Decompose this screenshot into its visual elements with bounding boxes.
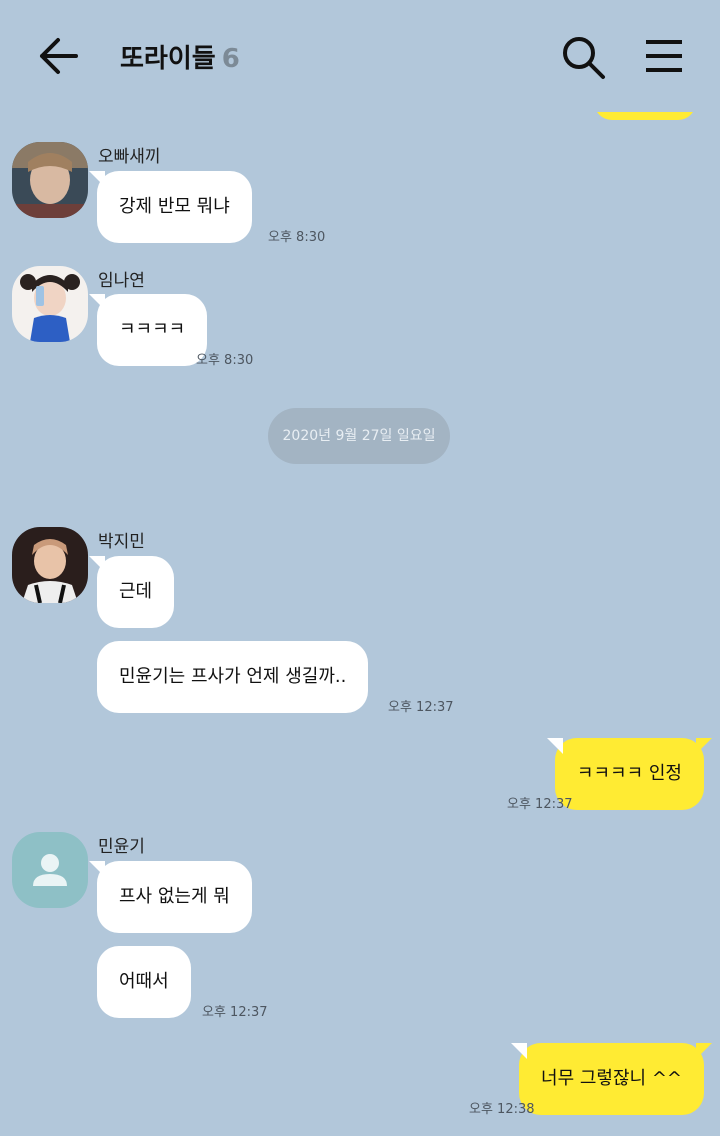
avatar[interactable]: [12, 266, 88, 342]
my-message-bubble[interactable]: ㅋㅋㅋㅋ 인정: [546, 738, 713, 810]
chat-room-title: 또라이들 6: [120, 38, 240, 75]
back-arrow-icon[interactable]: [36, 36, 80, 76]
sender-name: 임나연: [98, 271, 145, 291]
message-time: 오후 12:37: [202, 1005, 268, 1020]
profile-photo-icon: [12, 142, 88, 218]
avatar[interactable]: [12, 832, 88, 908]
chat-header: 또라이들 6: [0, 0, 720, 112]
message-time: 오후 12:37: [388, 700, 454, 715]
avatar[interactable]: [12, 142, 88, 218]
message-bubble[interactable]: 근데: [88, 556, 175, 628]
profile-photo-icon: [12, 527, 88, 603]
message-bubble[interactable]: ㅋㅋㅋㅋ: [88, 294, 208, 366]
message-time: 오후 12:37: [507, 797, 573, 812]
message-bubble[interactable]: 어때서: [97, 946, 191, 1018]
message-time: 오후 8:30: [268, 230, 326, 245]
date-separator: 2020년 9월 27일 일요일: [268, 408, 450, 464]
profile-photo-icon: [12, 266, 88, 342]
default-profile-icon: [33, 854, 67, 886]
message-time: 오후 8:30: [196, 353, 254, 368]
message-bubble[interactable]: 강제 반모 뭐냐: [89, 171, 252, 243]
chat-room-name: 또라이들: [120, 44, 216, 74]
menu-icon[interactable]: [644, 38, 684, 74]
search-icon[interactable]: [560, 34, 606, 80]
sender-name: 민윤기: [98, 837, 145, 857]
avatar[interactable]: [12, 527, 88, 603]
my-message-bubble[interactable]: 너무 그렇잖니 ^^: [511, 1043, 712, 1115]
sender-name: 박지민: [98, 532, 145, 552]
member-count: 6: [221, 44, 240, 74]
message-time: 오후 12:38: [469, 1102, 535, 1117]
message-bubble[interactable]: 민윤기는 프사가 언제 생길까..: [97, 641, 369, 713]
message-bubble[interactable]: 프사 없는게 뭐: [89, 861, 252, 933]
sender-name: 오빠새끼: [98, 147, 161, 167]
